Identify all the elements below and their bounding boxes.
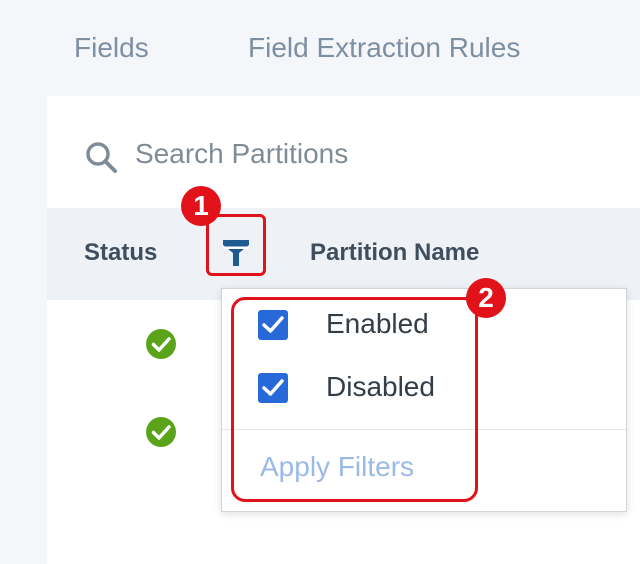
column-header-partition-name[interactable]: Partition Name	[310, 239, 479, 267]
tab-bar: Fields Field Extraction Rules	[0, 0, 640, 96]
search-icon	[86, 142, 117, 173]
search-bar[interactable]: Search Partitions	[47, 96, 640, 209]
annotation-badge-2: 2	[466, 278, 506, 318]
check-circle-icon	[146, 417, 176, 447]
tab-field-extraction-rules[interactable]: Field Extraction Rules	[248, 32, 520, 64]
tab-fields[interactable]: Fields	[74, 32, 149, 64]
table-header: Status Partition Name	[47, 208, 640, 300]
check-circle-icon	[146, 329, 176, 359]
search-input[interactable]: Search Partitions	[135, 138, 348, 170]
annotation-badge-1: 1	[181, 186, 221, 226]
annotation-box-2	[231, 297, 478, 502]
column-header-status: Status	[84, 239, 158, 266]
annotation-box-1	[206, 214, 266, 276]
